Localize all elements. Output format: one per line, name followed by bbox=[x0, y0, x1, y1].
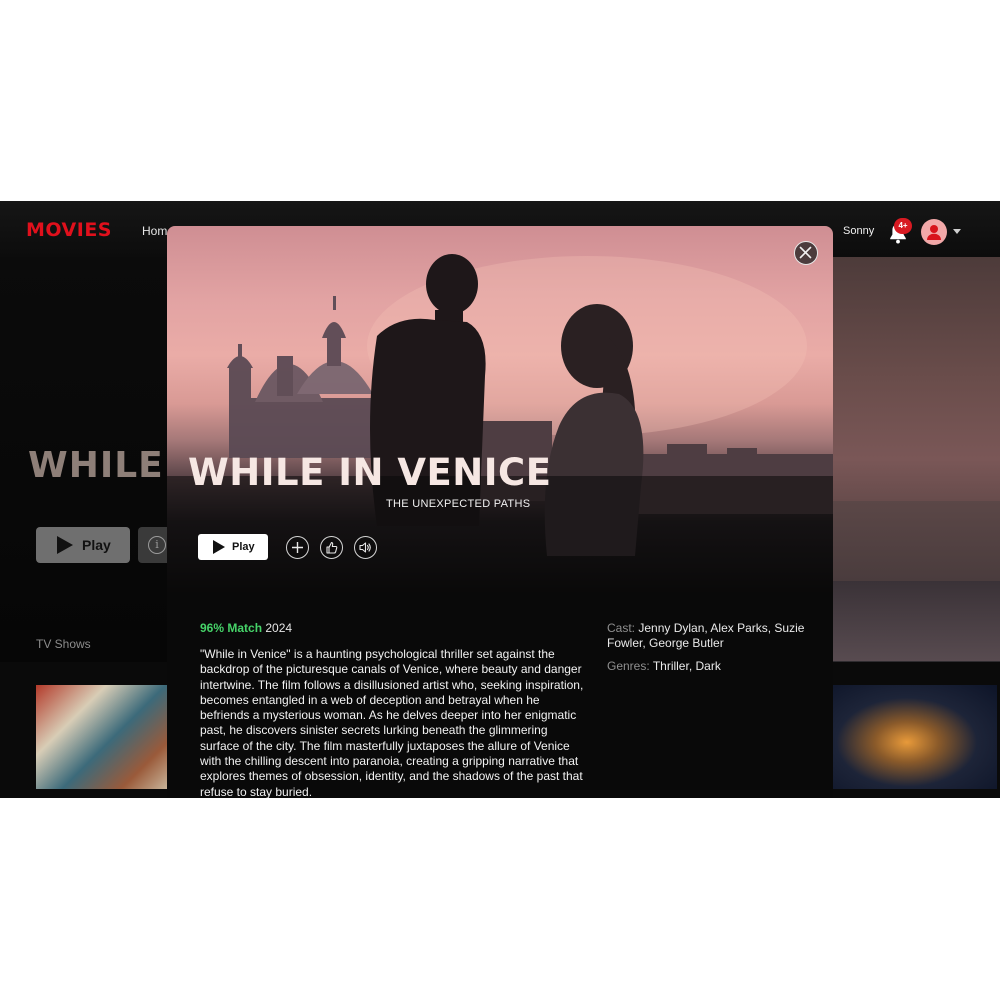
plus-icon bbox=[292, 542, 303, 553]
avatar[interactable] bbox=[921, 219, 947, 245]
play-icon bbox=[213, 540, 225, 554]
volume-button[interactable] bbox=[354, 536, 377, 559]
close-icon bbox=[799, 246, 812, 259]
match-score: 96% Match bbox=[200, 621, 263, 635]
background-play-label: Play bbox=[82, 537, 111, 553]
cast-label: Cast: bbox=[607, 621, 636, 635]
background-hero-buildings bbox=[833, 501, 1000, 581]
release-year: 2024 bbox=[265, 621, 293, 635]
volume-icon bbox=[359, 542, 371, 553]
genres-label: Genres: bbox=[607, 659, 650, 673]
app-logo[interactable]: MOVIES bbox=[26, 219, 112, 241]
cast-info: Cast: Jenny Dylan, Alex Parks, Suzie Fow… bbox=[607, 621, 807, 652]
tv-show-thumbnail[interactable] bbox=[833, 685, 997, 789]
genres-list: Thriller, Dark bbox=[652, 659, 721, 673]
background-hero-water bbox=[833, 581, 1000, 661]
chevron-down-icon[interactable] bbox=[953, 229, 961, 234]
add-to-list-button[interactable] bbox=[286, 536, 309, 559]
play-icon bbox=[57, 536, 73, 554]
section-title: TV Shows bbox=[36, 637, 91, 651]
avatar-icon bbox=[927, 225, 941, 240]
modal-play-button[interactable]: Play bbox=[198, 534, 268, 560]
genres-info: Genres: Thriller, Dark bbox=[607, 659, 807, 674]
synopsis: "While in Venice" is a haunting psycholo… bbox=[200, 647, 584, 798]
background-play-button[interactable]: Play bbox=[36, 527, 130, 563]
modal-title: WHILE IN VENICE bbox=[188, 451, 552, 494]
match-and-year: 96% Match 2024 bbox=[200, 621, 292, 635]
title-details-modal: WHILE IN VENICE THE UNEXPECTED PATHS Pla… bbox=[167, 226, 833, 798]
notifications-badge: 4+ bbox=[894, 218, 912, 234]
tv-show-thumbnail[interactable] bbox=[36, 685, 168, 789]
thumbs-up-icon bbox=[326, 541, 338, 554]
modal-subtitle: THE UNEXPECTED PATHS bbox=[386, 498, 531, 510]
modal-play-label: Play bbox=[232, 541, 255, 553]
info-icon: i bbox=[148, 536, 166, 554]
cast-list: Jenny Dylan, Alex Parks, Suzie Fowler, G… bbox=[607, 621, 805, 651]
username: Sonny bbox=[843, 225, 875, 237]
close-button[interactable] bbox=[794, 241, 818, 265]
like-button[interactable] bbox=[320, 536, 343, 559]
